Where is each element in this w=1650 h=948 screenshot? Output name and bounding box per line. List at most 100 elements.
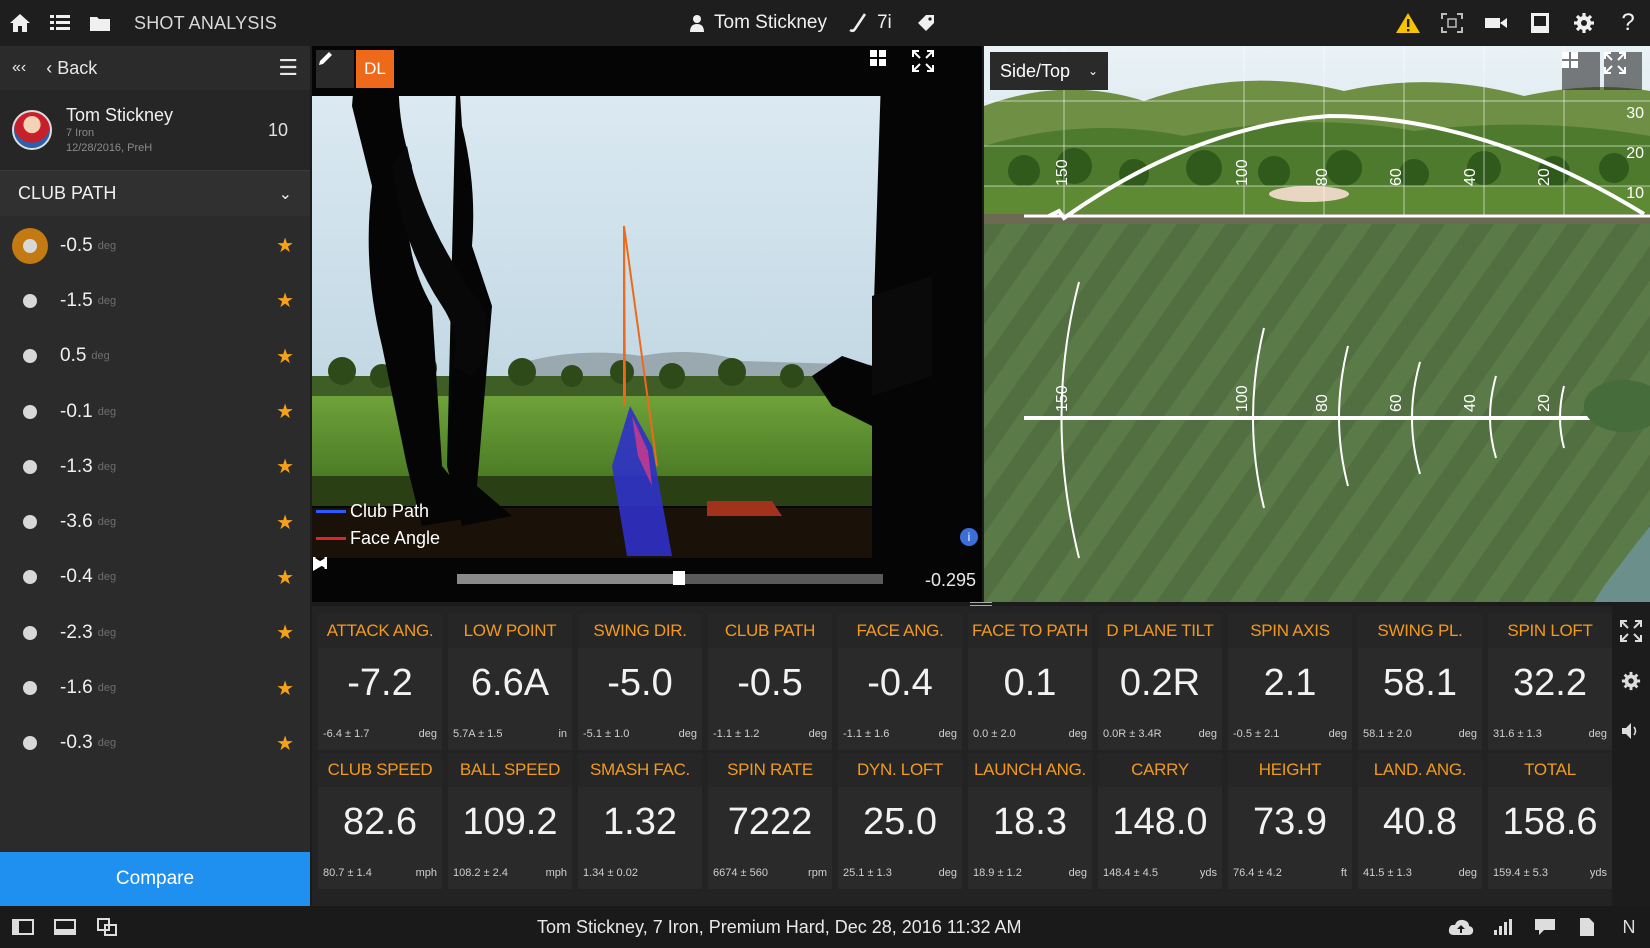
- collapse-sidebar-icon[interactable]: «‹: [12, 59, 26, 77]
- chart-icon[interactable]: [1482, 906, 1524, 948]
- shot-list-item[interactable]: -2.3 deg ★: [0, 605, 310, 660]
- network-indicator[interactable]: N: [1608, 906, 1650, 948]
- club-name-top[interactable]: 7i: [877, 12, 892, 34]
- compare-button[interactable]: Compare: [0, 852, 310, 906]
- shot-list-item[interactable]: -0.4 deg ★: [0, 550, 310, 605]
- shot-list-item[interactable]: -1.3 deg ★: [0, 439, 310, 494]
- stat-tile[interactable]: SWING PL. 58.1 58.1 ± 2.0 deg: [1358, 614, 1482, 750]
- help-icon[interactable]: ?: [1606, 0, 1650, 46]
- shot-selector[interactable]: [12, 227, 48, 264]
- tag-icon[interactable]: [916, 13, 936, 33]
- stat-tile[interactable]: BALL SPEED 109.2 108.2 ± 2.4 mph: [448, 753, 572, 889]
- stat-tile[interactable]: TOTAL 158.6 159.4 ± 5.3 yds: [1488, 753, 1612, 889]
- list-icon[interactable]: [40, 0, 80, 46]
- info-icon[interactable]: i: [960, 528, 978, 546]
- shot-list-item[interactable]: -1.6 deg ★: [0, 660, 310, 715]
- shot-list-item[interactable]: -1.5 deg ★: [0, 273, 310, 328]
- shot-dot: [23, 570, 37, 585]
- shot-list-item[interactable]: -0.5 deg ★: [0, 218, 310, 273]
- star-icon[interactable]: ★: [276, 399, 294, 424]
- expand-icon[interactable]: [912, 50, 950, 88]
- player-info: Tom Stickney 7 Iron 12/28/2016, PreH: [66, 105, 173, 156]
- shot-selector[interactable]: [12, 559, 48, 595]
- shot-selector[interactable]: [12, 283, 48, 319]
- view-select[interactable]: Side/Top ⌄: [990, 52, 1108, 90]
- video-scrubber[interactable]: [457, 570, 883, 586]
- stat-tile[interactable]: CARRY 148.0 148.4 ± 4.5 yds: [1098, 753, 1222, 889]
- hamburger-menu-icon[interactable]: ☰: [278, 55, 298, 81]
- stat-value: 148.0: [1098, 787, 1222, 857]
- layout-multi-icon[interactable]: [86, 906, 128, 948]
- stat-tile[interactable]: LOW POINT 6.6A 5.7A ± 1.5 in: [448, 614, 572, 750]
- star-icon[interactable]: ★: [276, 288, 294, 313]
- shot-list-item[interactable]: -3.6 deg ★: [0, 494, 310, 549]
- stat-tile[interactable]: FACE ANG. -0.4 -1.1 ± 1.6 deg: [838, 614, 962, 750]
- stat-tile[interactable]: CLUB PATH -0.5 -1.1 ± 1.2 deg: [708, 614, 832, 750]
- book-icon[interactable]: [1518, 0, 1562, 46]
- shot-list-item[interactable]: -0.3 deg ★: [0, 716, 310, 771]
- layout-sidebar-icon[interactable]: [2, 906, 44, 948]
- capture-icon[interactable]: [1430, 0, 1474, 46]
- scrubber-handle[interactable]: [672, 571, 685, 585]
- warning-icon[interactable]: [1386, 0, 1430, 46]
- star-icon[interactable]: ★: [276, 233, 294, 258]
- star-icon[interactable]: ★: [276, 676, 294, 701]
- expand-icon[interactable]: [1604, 52, 1642, 90]
- shot-selector[interactable]: [12, 615, 48, 651]
- gear-icon[interactable]: [1562, 0, 1606, 46]
- shot-list-item[interactable]: -0.1 deg ★: [0, 384, 310, 439]
- star-icon[interactable]: ★: [276, 510, 294, 535]
- layout-bottom-icon[interactable]: [44, 906, 86, 948]
- stat-tile[interactable]: SPIN RATE 7222 6674 ± 560 rpm: [708, 753, 832, 889]
- stat-tile[interactable]: HEIGHT 73.9 76.4 ± 4.2 ft: [1228, 753, 1352, 889]
- shot-selector[interactable]: [12, 449, 48, 485]
- stat-tile[interactable]: SWING DIR. -5.0 -5.1 ± 1.0 deg: [578, 614, 702, 750]
- star-icon[interactable]: ★: [276, 344, 294, 369]
- parameter-selector[interactable]: CLUB PATH ⌄: [0, 170, 310, 216]
- dl-toggle-button[interactable]: DL: [356, 50, 394, 88]
- stat-label: SWING PL.: [1358, 614, 1482, 648]
- shot-selector[interactable]: [12, 670, 48, 706]
- grid-icon[interactable]: [1562, 52, 1600, 90]
- stat-tile[interactable]: LAUNCH ANG. 18.3 18.9 ± 1.2 deg: [968, 753, 1092, 889]
- shot-selector[interactable]: [12, 338, 48, 374]
- stat-tile[interactable]: SMASH FAC. 1.32 1.34 ± 0.02: [578, 753, 702, 889]
- camera-icon[interactable]: [1474, 0, 1518, 46]
- stat-tile[interactable]: SPIN LOFT 32.2 31.6 ± 1.3 deg: [1488, 614, 1612, 750]
- chat-icon[interactable]: [1524, 906, 1566, 948]
- stat-tile[interactable]: SPIN AXIS 2.1 -0.5 ± 2.1 deg: [1228, 614, 1352, 750]
- folder-icon[interactable]: [80, 0, 120, 46]
- back-button[interactable]: ‹ Back: [46, 58, 97, 79]
- shot-selector[interactable]: [12, 394, 48, 430]
- star-icon[interactable]: ★: [276, 731, 294, 756]
- player-card[interactable]: Tom Stickney 7 Iron 12/28/2016, PreH 10: [0, 90, 310, 170]
- gear-icon[interactable]: [1612, 656, 1650, 706]
- document-icon[interactable]: [1566, 906, 1608, 948]
- stat-footer: 159.4 ± 5.3 yds: [1488, 857, 1612, 889]
- step-forward-icon[interactable]: [313, 556, 438, 602]
- shot-selector[interactable]: [12, 725, 48, 761]
- stat-footer: 1.34 ± 0.02: [578, 857, 702, 889]
- player-name-top[interactable]: Tom Stickney: [714, 12, 827, 34]
- grid-icon[interactable]: [870, 50, 908, 88]
- draw-tool-button[interactable]: [316, 50, 354, 88]
- shot-unit: deg: [91, 350, 110, 363]
- expand-icon[interactable]: [1612, 606, 1650, 656]
- home-icon[interactable]: [0, 0, 40, 46]
- stat-tile[interactable]: D PLANE TILT 0.2R 0.0R ± 3.4R deg: [1098, 614, 1222, 750]
- chevron-down-icon[interactable]: ⌄: [279, 184, 292, 204]
- stat-tile[interactable]: CLUB SPEED 82.6 80.7 ± 1.4 mph: [318, 753, 442, 889]
- speaker-icon[interactable]: [1612, 706, 1650, 756]
- parameter-title: CLUB PATH: [18, 183, 117, 203]
- step-back-icon[interactable]: [313, 556, 396, 602]
- shot-list-item[interactable]: 0.5 deg ★: [0, 329, 310, 384]
- star-icon[interactable]: ★: [276, 454, 294, 479]
- shot-selector[interactable]: [12, 504, 48, 540]
- stat-tile[interactable]: LAND. ANG. 40.8 41.5 ± 1.3 deg: [1358, 753, 1482, 889]
- star-icon[interactable]: ★: [276, 565, 294, 590]
- stat-tile[interactable]: ATTACK ANG. -7.2 -6.4 ± 1.7 deg: [318, 614, 442, 750]
- stat-tile[interactable]: FACE TO PATH 0.1 0.0 ± 2.0 deg: [968, 614, 1092, 750]
- cloud-upload-icon[interactable]: [1440, 906, 1482, 948]
- stat-tile[interactable]: DYN. LOFT 25.0 25.1 ± 1.3 deg: [838, 753, 962, 889]
- star-icon[interactable]: ★: [276, 620, 294, 645]
